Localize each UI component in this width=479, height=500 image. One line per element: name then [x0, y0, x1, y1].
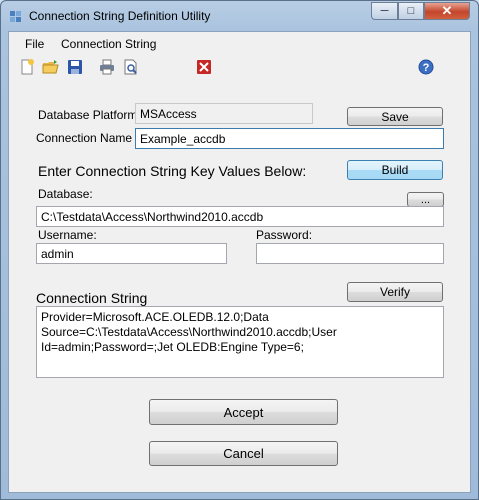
verify-button[interactable]: Verify — [347, 282, 443, 302]
enter-key-values-label: Enter Connection String Key Values Below… — [38, 163, 307, 179]
minimize-icon: ─ — [380, 5, 389, 17]
accept-button[interactable]: Accept — [149, 399, 338, 425]
cancel-button[interactable]: Cancel — [149, 441, 338, 466]
username-label: Username: — [38, 228, 97, 242]
database-platform-field[interactable] — [135, 103, 313, 124]
username-input[interactable] — [36, 243, 227, 264]
connection-name-input[interactable] — [135, 128, 444, 149]
password-label: Password: — [256, 228, 313, 242]
app-window: Connection String Definition Utility ─ □… — [0, 0, 479, 500]
connection-string-label: Connection String — [36, 290, 148, 306]
save-disk-icon[interactable] — [66, 58, 84, 76]
save-button[interactable]: Save — [347, 107, 443, 126]
client-area: File Connection String ? Database Platfo… — [8, 31, 471, 493]
toolbar: ? — [9, 54, 470, 80]
window-title: Connection String Definition Utility — [29, 9, 211, 23]
browse-button[interactable]: ... — [407, 192, 444, 207]
print-icon[interactable] — [98, 58, 116, 76]
menu-connection-string[interactable]: Connection String — [61, 37, 156, 51]
database-path-input[interactable] — [36, 206, 444, 227]
new-file-icon[interactable] — [18, 58, 36, 76]
close-red-x-icon[interactable] — [195, 58, 213, 76]
minimize-button[interactable]: ─ — [371, 2, 398, 20]
build-button[interactable]: Build — [347, 160, 443, 180]
open-folder-icon[interactable] — [42, 58, 60, 76]
maximize-icon: □ — [407, 5, 415, 17]
database-label: Database: — [38, 187, 93, 201]
database-platform-label: Database Platform — [38, 108, 138, 122]
svg-text:?: ? — [423, 62, 430, 74]
close-icon: ✕ — [441, 3, 453, 18]
connection-string-textarea[interactable]: Provider=Microsoft.ACE.OLEDB.12.0;Data S… — [36, 306, 444, 378]
connection-name-label: Connection Name — [36, 131, 133, 145]
close-window-button[interactable]: ✕ — [424, 2, 470, 20]
app-icon — [10, 11, 21, 22]
password-input[interactable] — [256, 243, 444, 264]
print-preview-icon[interactable] — [122, 58, 140, 76]
title-bar[interactable]: Connection String Definition Utility ─ □… — [1, 1, 478, 31]
help-icon[interactable]: ? — [417, 58, 435, 76]
maximize-button[interactable]: □ — [398, 2, 424, 20]
menu-bar: File Connection String — [9, 32, 470, 54]
menu-file[interactable]: File — [25, 37, 44, 51]
